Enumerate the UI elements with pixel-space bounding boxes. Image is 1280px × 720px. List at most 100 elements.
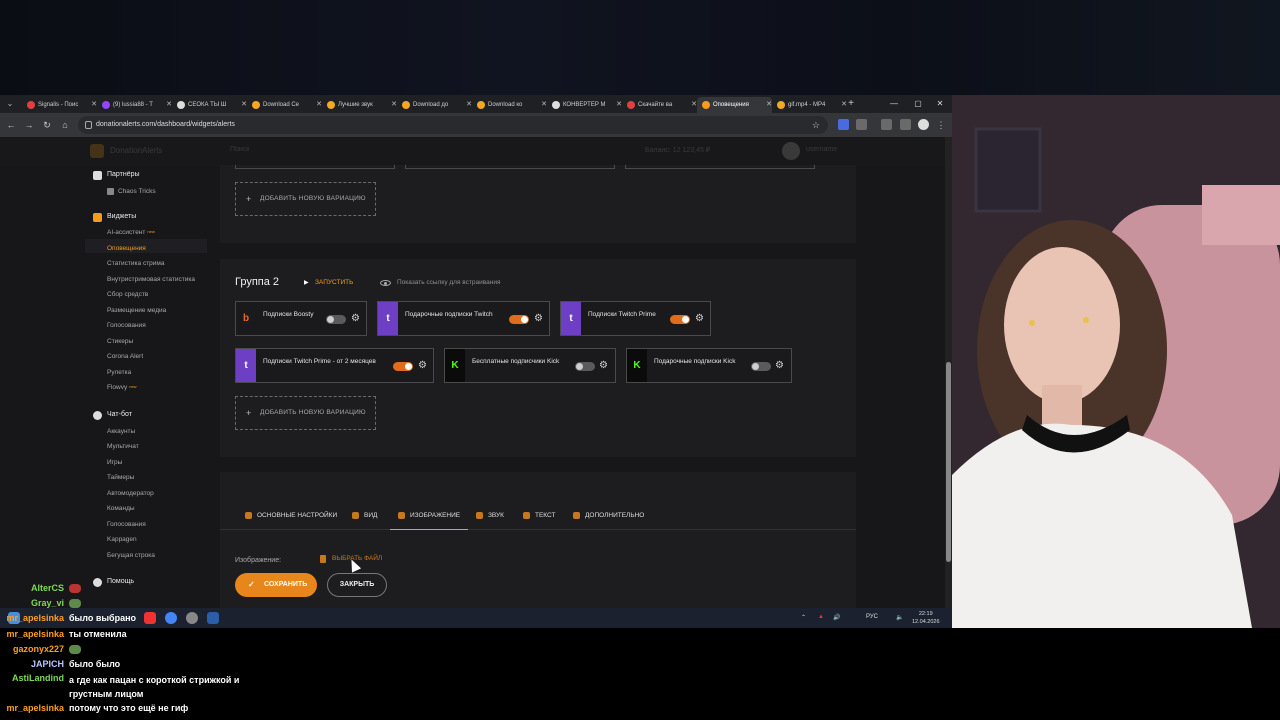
- bookmark-star-icon[interactable]: ☆: [812, 116, 820, 134]
- alert-tile[interactable]: K Подарочные подписки Kick ⚙: [626, 348, 792, 383]
- tab-search-icon[interactable]: ⌄: [4, 98, 16, 110]
- add-variation-button[interactable]: ДОБАВИТЬ НОВУЮ ВАРИАЦИЮ: [235, 182, 376, 216]
- tray-arrow-icon[interactable]: ⌃: [801, 614, 806, 621]
- browser-tab[interactable]: Signalis - Поис ✕: [22, 97, 97, 113]
- taskbar-clock[interactable]: 22:19 12.04.2026: [912, 610, 940, 626]
- sidebar-section-chatbot[interactable]: Чат-бот: [93, 411, 132, 420]
- tile-toggle[interactable]: [751, 362, 771, 371]
- alert-tile[interactable]: t Подписки Twitch Prime - от 2 месяцев ⚙: [235, 348, 434, 383]
- settings-tabs: ОСНОВНЫЕ НАСТРОЙКИ ВИД ИЗОБРАЖЕНИЕ ЗВУК …: [220, 500, 856, 530]
- twitch-icon: t: [378, 302, 398, 335]
- kick-icon: K: [627, 349, 647, 382]
- alert-tile[interactable]: b Подписки Boosty ⚙: [235, 301, 367, 336]
- browser-tab[interactable]: Скачайте ва ✕: [622, 97, 697, 113]
- sidebar-item-media[interactable]: Размещение медиа: [107, 307, 166, 314]
- gear-icon[interactable]: ⚙: [534, 313, 543, 325]
- gear-icon[interactable]: ⚙: [775, 360, 784, 372]
- download-icon[interactable]: [881, 119, 892, 130]
- sidebar-item-alerts[interactable]: Оповещения: [107, 245, 146, 252]
- tray-sound-icon[interactable]: 🔈: [896, 614, 903, 621]
- browser-tab[interactable]: (9) lussia88 - T ✕: [97, 97, 172, 113]
- header-search[interactable]: Поиск: [230, 146, 249, 153]
- sidebar-item-ticker[interactable]: Бегущая строка: [107, 552, 155, 559]
- tab-bar: ⌄ Signalis - Поис ✕ (9) lussia88 - T ✕ СЕО…: [0, 95, 952, 113]
- forward-icon[interactable]: →: [22, 118, 36, 132]
- profile-avatar-icon[interactable]: [918, 119, 929, 130]
- browser-tab[interactable]: СЕОКА ТЫ Ш ✕: [172, 97, 247, 113]
- close-window-icon[interactable]: ✕: [933, 97, 947, 111]
- sidebar-item-polls[interactable]: Голосования: [107, 322, 146, 329]
- sidebar-item-kappagen[interactable]: Kappagen: [107, 536, 137, 543]
- sidebar-section-widgets[interactable]: Виджеты: [93, 213, 136, 222]
- alert-tile[interactable]: t Подарочные подписки Twitch ⚙: [377, 301, 550, 336]
- sidebar-item-stickers[interactable]: Стикеры: [107, 338, 133, 345]
- site-logo-icon[interactable]: [90, 144, 104, 158]
- maximize-icon[interactable]: ▢: [911, 97, 925, 111]
- browser-tab[interactable]: Download до ✕: [397, 97, 472, 113]
- browser-tab[interactable]: КОНВЕРТЕР М ✕: [547, 97, 622, 113]
- header-username[interactable]: username: [806, 146, 837, 153]
- sidebar-item-chat-polls[interactable]: Голосования: [107, 521, 146, 528]
- browser-tab[interactable]: gif.mp4 - MP4 ✕: [772, 97, 847, 113]
- tab-additional[interactable]: ДОПОЛНИТЕЛЬНО: [573, 512, 644, 519]
- minimize-icon[interactable]: —: [887, 97, 901, 111]
- header-avatar[interactable]: [782, 142, 800, 160]
- tile-toggle[interactable]: [393, 362, 413, 371]
- sidebar-section-partners[interactable]: Партнёры: [93, 171, 140, 180]
- webcam-feed: [952, 95, 1280, 628]
- reload-icon[interactable]: ↻: [40, 118, 54, 132]
- tile-toggle[interactable]: [326, 315, 346, 324]
- sidebar-item-automod[interactable]: Автомодератор: [107, 490, 154, 497]
- tab-sound[interactable]: ЗВУК: [476, 512, 504, 519]
- new-badge: new: [147, 229, 155, 234]
- tray-volume-icon[interactable]: 🔊: [833, 614, 840, 621]
- home-icon[interactable]: ⌂: [58, 118, 72, 132]
- tab-view[interactable]: ВИД: [352, 512, 377, 519]
- sidebar-item-stream-stats[interactable]: Статистика стрима: [107, 260, 165, 267]
- sidebar-item-fundraising[interactable]: Сбор средств: [107, 291, 148, 298]
- sidebar-item-accounts[interactable]: Аккаунты: [107, 428, 135, 435]
- url-field[interactable]: donationalerts.com/dashboard/widgets/ale…: [78, 116, 828, 134]
- tab-image[interactable]: ИЗОБРАЖЕНИЕ: [389, 512, 469, 530]
- scroll-thumb[interactable]: [946, 362, 951, 562]
- browser-tab[interactable]: Download ко ✕: [472, 97, 547, 113]
- tray-warning-icon[interactable]: ▲: [818, 614, 824, 620]
- sidebar-item-flowvy[interactable]: Flowvy new: [107, 384, 137, 391]
- new-tab-button[interactable]: +: [845, 97, 857, 111]
- sidebar-item-commands[interactable]: Команды: [107, 505, 135, 512]
- sidebar-item-multichat[interactable]: Мультичат: [107, 443, 139, 450]
- gear-icon[interactable]: ⚙: [351, 313, 360, 325]
- sidebar-item-games[interactable]: Игры: [107, 459, 122, 466]
- add-variation-button[interactable]: ДОБАВИТЬ НОВУЮ ВАРИАЦИЮ: [235, 396, 376, 430]
- sidebar-item-chaos-tricks[interactable]: Chaos Tricks: [107, 188, 156, 195]
- browser-tab[interactable]: Лучшие звук ✕: [322, 97, 397, 113]
- sidebar-item-instream-stats[interactable]: Внутристримовая статистика: [107, 276, 195, 283]
- alert-tile[interactable]: K Бесплатные подписчики Kick ⚙: [444, 348, 616, 383]
- back-icon[interactable]: ←: [4, 118, 18, 132]
- sidebar-item-timers[interactable]: Таймеры: [107, 474, 134, 481]
- tile-toggle[interactable]: [670, 315, 690, 324]
- sidebar-item-roulette[interactable]: Рулетка: [107, 369, 131, 376]
- puzzle-icon[interactable]: [856, 119, 867, 130]
- sidebar-item-corona-alert[interactable]: Corona Alert: [107, 353, 143, 360]
- page-scrollbar[interactable]: [945, 137, 952, 608]
- browser-tab-active[interactable]: Оповещения ✕: [697, 97, 772, 113]
- gear-icon[interactable]: ⚙: [599, 360, 608, 372]
- tab-text[interactable]: ТЕКСТ: [523, 512, 555, 519]
- site-header: DonationAlerts Поиск Баланс: 12 123,45 ₽…: [0, 137, 945, 165]
- alert-tile[interactable]: t Подписки Twitch Prime ⚙: [560, 301, 711, 336]
- tile-toggle[interactable]: [575, 362, 595, 371]
- run-button[interactable]: ЗАПУСТИТЬ: [304, 279, 353, 286]
- browser-tab[interactable]: Download Ce ✕: [247, 97, 322, 113]
- gear-icon[interactable]: ⚙: [418, 360, 427, 372]
- keyboard-language[interactable]: РУС: [866, 614, 878, 620]
- tile-toggle[interactable]: [509, 315, 529, 324]
- gear-icon[interactable]: ⚙: [695, 313, 704, 325]
- tab-general-settings[interactable]: ОСНОВНЫЕ НАСТРОЙКИ: [245, 512, 337, 519]
- close-button[interactable]: ЗАКРЫТЬ: [327, 573, 387, 597]
- extension-icon[interactable]: [838, 119, 849, 130]
- sidebar-toggle-icon[interactable]: [900, 119, 911, 130]
- browser-menu-icon[interactable]: ⋮: [934, 118, 948, 132]
- embed-link[interactable]: Показать ссылку для встраивания: [380, 279, 501, 286]
- sidebar-item-ai-assistant[interactable]: AI-ассистент new: [107, 229, 155, 236]
